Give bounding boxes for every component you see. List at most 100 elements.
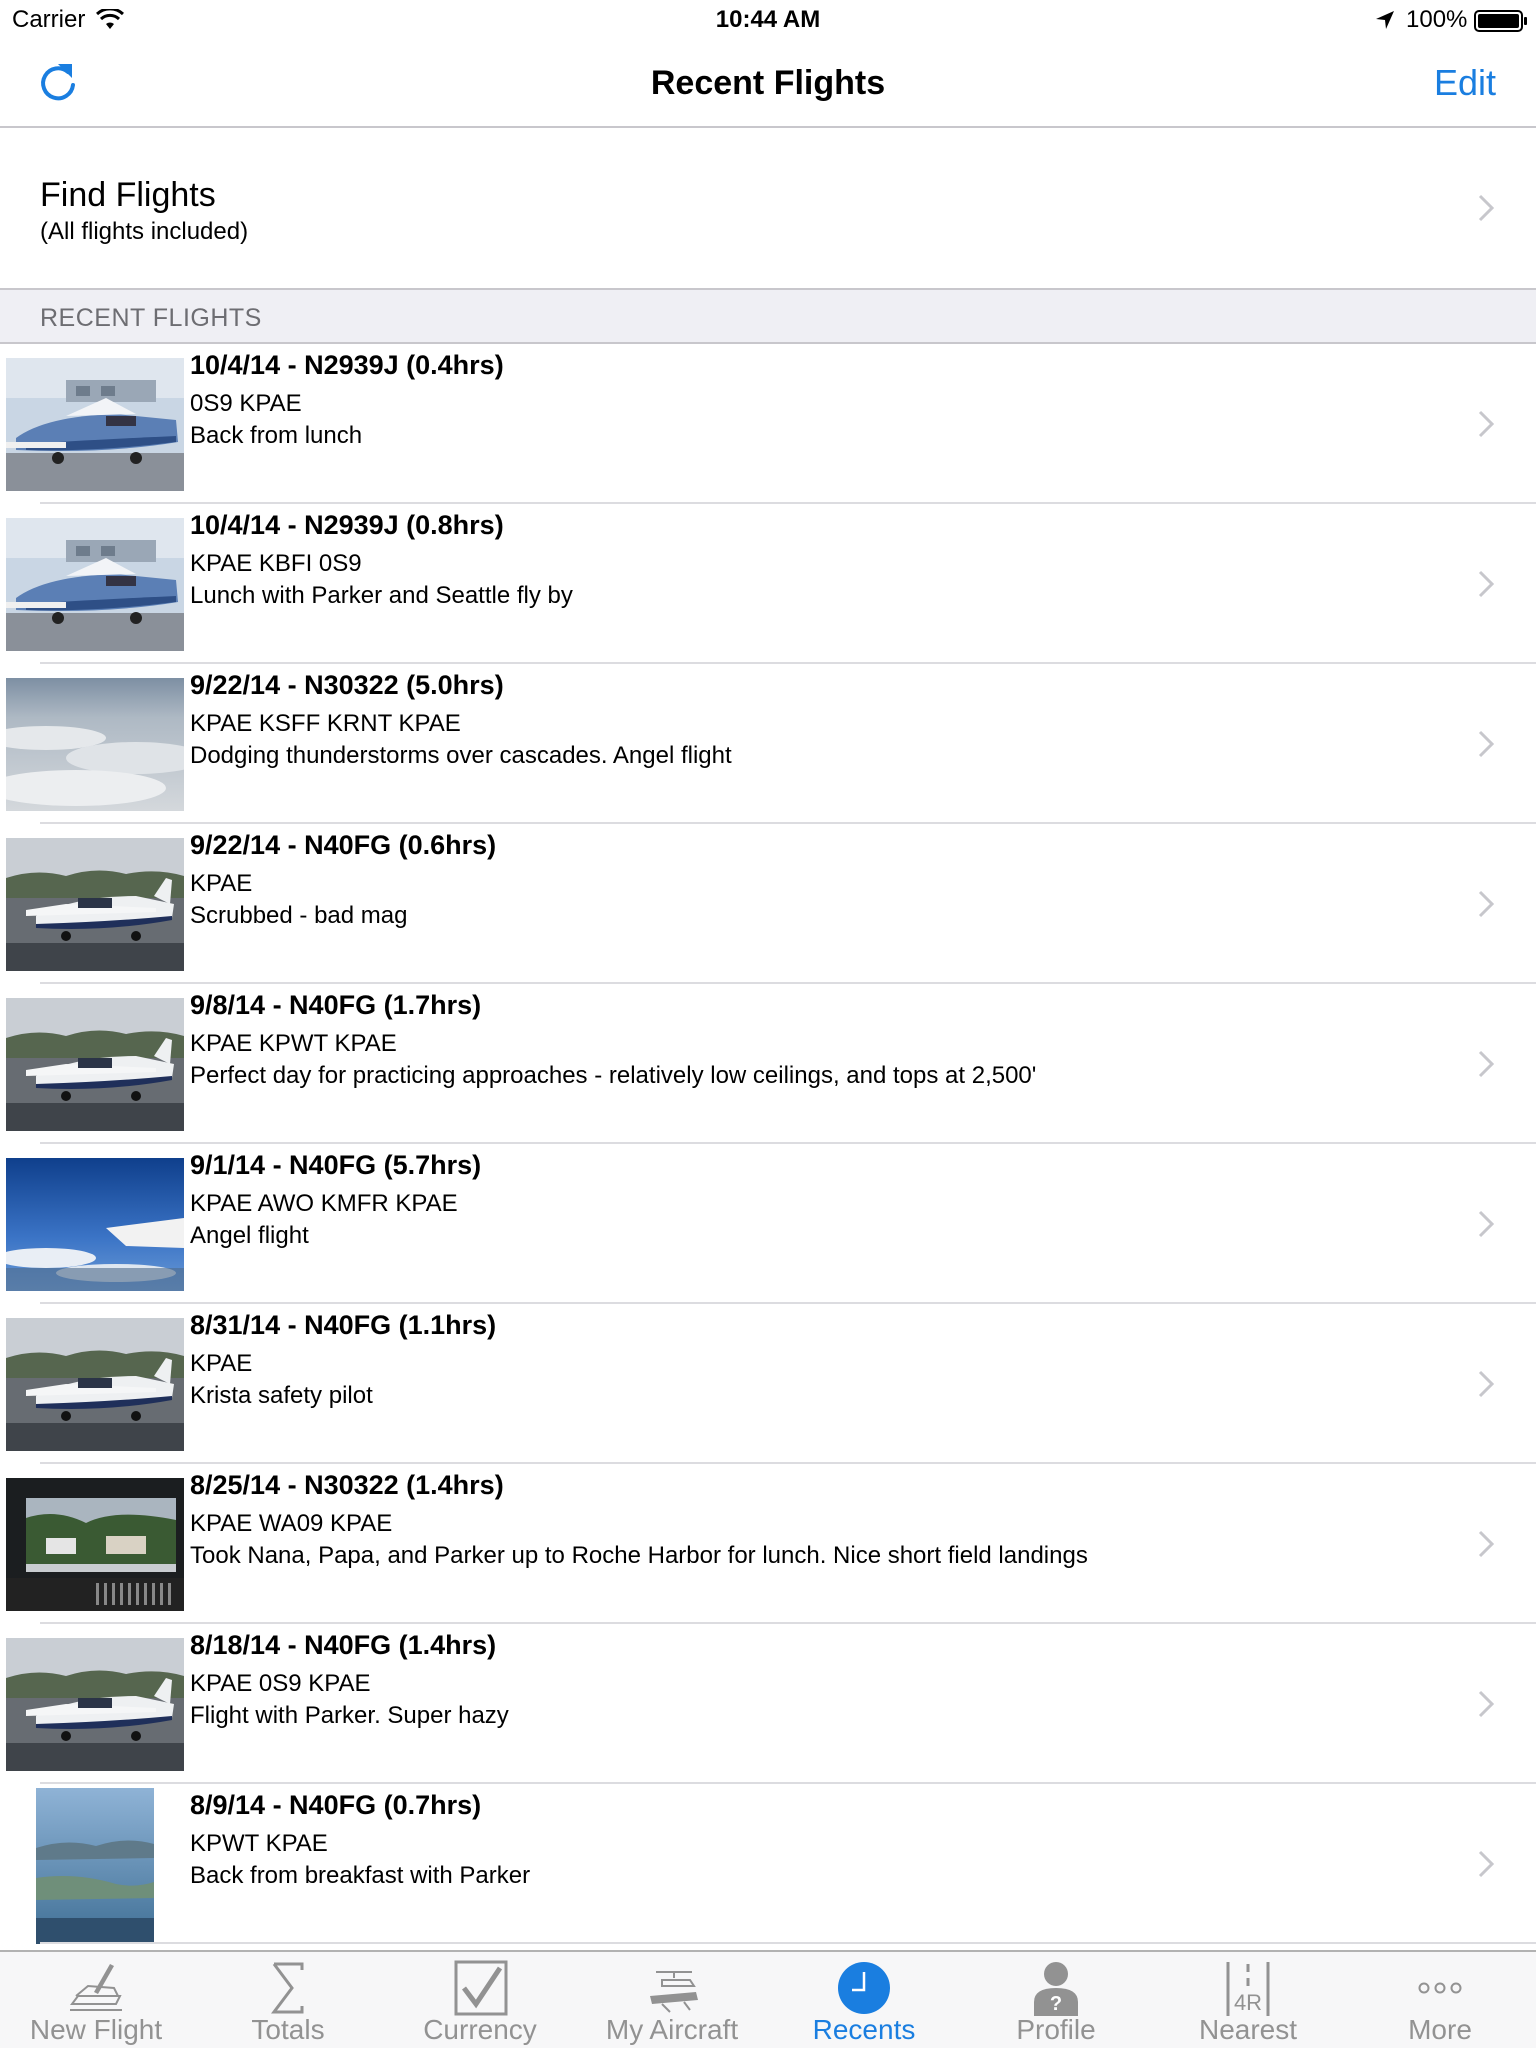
flight-route: KPAE KSFF KRNT KPAE — [190, 710, 461, 737]
recent-flights-list[interactable]: 10/4/14 - N2939J (0.4hrs) 0S9 KPAE Back … — [0, 344, 1536, 1948]
flight-title: 10/4/14 - N2939J (0.8hrs) — [190, 510, 504, 540]
chevron-right-icon — [1478, 1050, 1494, 1078]
flight-route: KPAE — [190, 870, 253, 897]
flight-route: 0S9 KPAE — [190, 390, 302, 417]
flight-comment: Lunch with Parker and Seattle fly by — [190, 582, 573, 609]
chevron-right-icon — [1478, 1690, 1494, 1718]
flight-title: 9/22/14 - N40FG (0.6hrs) — [190, 830, 497, 860]
flight-row[interactable]: 8/31/14 - N40FG (1.1hrs) KPAE Krista saf… — [0, 1304, 1536, 1464]
sigma-icon — [271, 1962, 304, 2014]
flight-title: 10/4/14 - N2939J (0.4hrs) — [190, 350, 504, 380]
flight-photo — [6, 1318, 184, 1451]
battery-percent: 100% — [1406, 6, 1468, 33]
chevron-right-icon — [1478, 1530, 1494, 1558]
page-title: Recent Flights — [650, 64, 886, 102]
flight-route: KPAE KBFI 0S9 — [190, 550, 362, 577]
chevron-right-icon — [1478, 1210, 1494, 1238]
flight-row[interactable]: 9/8/14 - N40FG (1.7hrs) KPAE KPWT KPAE P… — [0, 984, 1536, 1144]
chevron-right-icon — [1478, 730, 1494, 758]
checkmark-icon — [454, 1960, 508, 2016]
flight-comment: Took Nana, Papa, and Parker up to Roche … — [190, 1542, 1088, 1569]
tab-label: My Aircraft — [605, 2014, 739, 2045]
flight-title: 9/1/14 - N40FG (5.7hrs) — [190, 1150, 482, 1180]
flight-photo — [36, 1788, 154, 1944]
chevron-right-icon — [1478, 1370, 1494, 1398]
flight-comment: Krista safety pilot — [190, 1382, 373, 1409]
status-bar: Carrier 10:44 AM 100% — [0, 0, 1536, 40]
flight-row[interactable]: 10/4/14 - N2939J (0.4hrs) 0S9 KPAE Back … — [0, 344, 1536, 504]
flight-title: 8/25/14 - N30322 (1.4hrs) — [190, 1470, 504, 1500]
flight-photo — [6, 1158, 184, 1291]
flight-route: KPWT KPAE — [190, 1830, 328, 1857]
flight-comment: Dodging thunderstorms over cascades. Ang… — [190, 742, 732, 769]
tab-bar: New Flight Totals Currency My Aircraft R… — [0, 1950, 1536, 2048]
tab-currency[interactable]: Currency — [384, 1952, 576, 2048]
section-label: RECENT FLIGHTS — [40, 304, 262, 332]
tab-label: Currency — [423, 2014, 537, 2045]
flight-comment: Angel flight — [190, 1222, 309, 1249]
flight-row[interactable]: 9/1/14 - N40FG (5.7hrs) KPAE AWO KMFR KP… — [0, 1144, 1536, 1304]
navigation-bar: Recent Flights Edit — [0, 40, 1536, 128]
flight-row[interactable]: 8/25/14 - N30322 (1.4hrs) KPAE WA09 KPAE… — [0, 1464, 1536, 1624]
runway-number: 4R — [1234, 1990, 1262, 2015]
tab-label: New Flight — [29, 2014, 163, 2045]
tab-my-aircraft[interactable]: My Aircraft — [576, 1952, 768, 2048]
chevron-right-icon — [1478, 410, 1494, 438]
flight-route: KPAE AWO KMFR KPAE — [190, 1190, 458, 1217]
flight-route: KPAE WA09 KPAE — [190, 1510, 393, 1537]
flight-title: 9/22/14 - N30322 (5.0hrs) — [190, 670, 504, 700]
tab-profile[interactable]: ? Profile — [960, 1952, 1152, 2048]
find-flights-title: Find Flights — [40, 176, 216, 214]
status-time: 10:44 AM — [715, 6, 821, 33]
svg-text:?: ? — [1050, 1993, 1062, 2015]
flight-comment: Back from lunch — [190, 422, 363, 449]
tab-label: More — [1408, 2014, 1472, 2045]
find-flights-cell[interactable]: Find Flights (All flights included) — [0, 130, 1536, 288]
find-flights-subtitle: (All flights included) — [40, 218, 249, 245]
flight-comment: Perfect day for practicing approaches - … — [190, 1062, 1037, 1089]
flight-photo — [6, 678, 184, 811]
flight-row[interactable]: 8/9/14 - N40FG (0.7hrs) KPWT KPAE Back f… — [0, 1784, 1536, 1944]
flight-row[interactable]: 10/4/14 - N2939J (0.8hrs) KPAE KBFI 0S9 … — [0, 504, 1536, 664]
flight-title: 8/18/14 - N40FG (1.4hrs) — [190, 1630, 497, 1660]
flight-comment: Flight with Parker. Super hazy — [190, 1702, 509, 1729]
chevron-right-icon — [1478, 1850, 1494, 1878]
flight-photo — [6, 358, 184, 491]
tab-totals[interactable]: Totals — [192, 1952, 384, 2048]
profile-icon: ? — [1034, 1962, 1078, 2016]
flight-title: 9/8/14 - N40FG (1.7hrs) — [190, 990, 482, 1020]
flight-photo — [6, 1638, 184, 1771]
edit-button[interactable]: Edit — [1434, 62, 1496, 104]
flight-route: KPAE 0S9 KPAE — [190, 1670, 371, 1697]
location-arrow-icon — [1376, 11, 1394, 29]
flight-comment: Back from breakfast with Parker — [190, 1862, 531, 1889]
new-flight-icon — [70, 1964, 122, 2011]
flight-route: KPAE KPWT KPAE — [190, 1030, 397, 1057]
more-icon — [1418, 1982, 1462, 1994]
flight-row[interactable]: 8/18/14 - N40FG (1.4hrs) KPAE 0S9 KPAE F… — [0, 1624, 1536, 1784]
section-header: RECENT FLIGHTS — [0, 288, 1536, 344]
flight-row[interactable]: 9/22/14 - N30322 (5.0hrs) KPAE KSFF KRNT… — [0, 664, 1536, 824]
tab-recents[interactable]: Recents — [768, 1952, 960, 2048]
tab-more[interactable]: More — [1344, 1952, 1536, 2048]
flight-photo — [6, 998, 184, 1131]
flight-title: 8/31/14 - N40FG (1.1hrs) — [190, 1310, 497, 1340]
flight-photo — [6, 1478, 184, 1611]
aircraft-icon — [650, 1971, 698, 2013]
tab-label: Nearest — [1198, 2014, 1298, 2045]
flight-photo — [6, 838, 184, 971]
chevron-right-icon — [1478, 890, 1494, 918]
tab-label: Recents — [812, 2014, 916, 2045]
battery-icon — [1474, 10, 1527, 32]
flight-photo — [6, 518, 184, 651]
chevron-right-icon — [1478, 570, 1494, 598]
tab-nearest[interactable]: 4R Nearest — [1152, 1952, 1344, 2048]
tab-label: Totals — [251, 2014, 325, 2045]
chevron-right-icon — [1478, 194, 1494, 222]
flight-route: KPAE — [190, 1350, 253, 1377]
flight-comment: Scrubbed - bad mag — [190, 902, 408, 929]
flight-row[interactable]: 9/22/14 - N40FG (0.6hrs) KPAE Scrubbed -… — [0, 824, 1536, 984]
tab-new-flight[interactable]: New Flight — [0, 1952, 192, 2048]
clock-icon — [838, 1962, 890, 2014]
runway-icon: 4R — [1226, 1962, 1270, 2016]
